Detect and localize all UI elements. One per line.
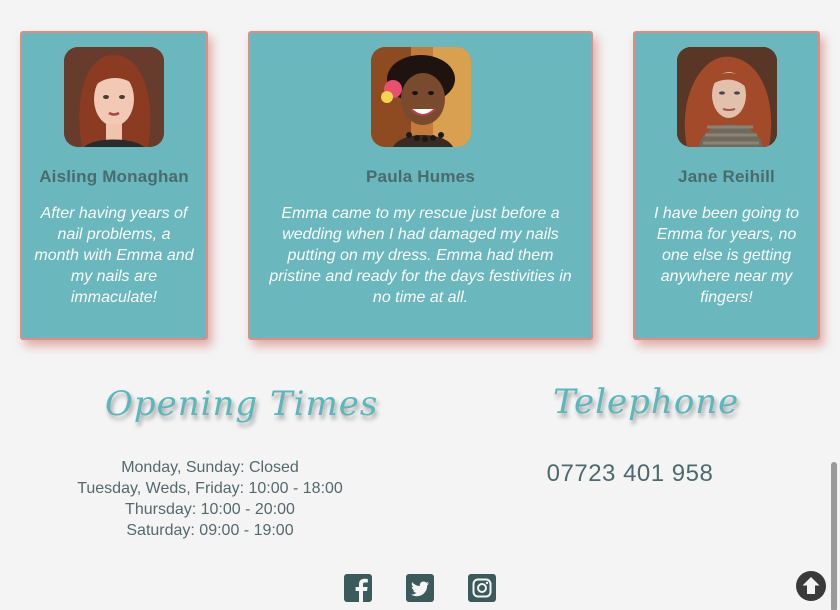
testimonial-name: Paula Humes [366, 167, 475, 186]
hours-line: Monday, Sunday: Closed [121, 459, 299, 476]
testimonial-quote: I have been going to Emma for years, no … [653, 205, 799, 306]
testimonial-card-jane: Jane Reihill I have been going to Emma f… [633, 31, 820, 340]
scrollbar[interactable] [831, 462, 837, 610]
hours-line: Tuesday, Weds, Friday: 10:00 - 18:00 [77, 480, 343, 497]
hours-line: Saturday: 09:00 - 19:00 [126, 522, 294, 539]
facebook-icon[interactable] [343, 573, 373, 603]
testimonial-card-aisling: Aisling Monaghan After having years of n… [20, 31, 208, 340]
opening-times-heading: Opening Times [105, 384, 379, 424]
opening-hours: Monday, Sunday: Closed Tuesday, Weds, Fr… [60, 457, 360, 541]
avatar [676, 47, 777, 147]
telephone-heading: Telephone [553, 382, 740, 422]
twitter-icon[interactable] [405, 573, 435, 603]
arrow-up-circle-icon[interactable] [795, 570, 827, 602]
testimonial-name: Aisling Monaghan [39, 167, 189, 186]
instagram-icon[interactable] [467, 573, 497, 603]
phone-number[interactable]: 07723 401 958 [520, 460, 740, 488]
testimonial-name: Jane Reihill [678, 167, 775, 186]
testimonial-quote: After having years of nail problems, a m… [34, 205, 194, 306]
testimonial-quote: Emma came to my rescue just before a wed… [269, 205, 572, 306]
hours-line: Thursday: 10:00 - 20:00 [125, 501, 295, 518]
page: Aisling Monaghan After having years of n… [0, 0, 840, 610]
avatar [370, 47, 471, 147]
avatar [64, 47, 164, 147]
testimonial-card-paula: Paula Humes Emma came to my rescue just … [248, 31, 593, 340]
